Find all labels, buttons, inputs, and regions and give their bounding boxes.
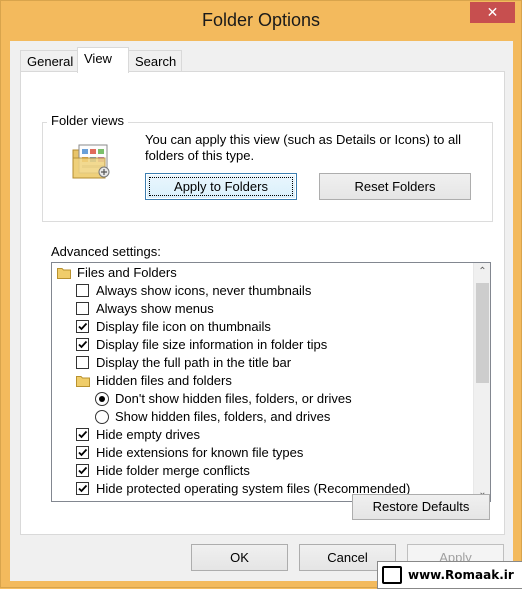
folder-views-description: You can apply this view (such as Details… <box>145 132 462 163</box>
reset-folders-button[interactable]: Reset Folders <box>319 173 471 200</box>
radio-unselected[interactable] <box>95 410 109 424</box>
advanced-settings-label: Advanced settings: <box>51 244 161 259</box>
tree-item-label: Don't show hidden files, folders, or dri… <box>115 391 352 406</box>
tab-search[interactable]: Search <box>128 50 182 71</box>
tree-item-label: Show hidden files, folders, and drives <box>115 409 331 424</box>
apply-to-folders-label: Apply to Folders <box>146 174 296 199</box>
tab-view-label: View <box>84 51 112 66</box>
scroll-up-icon[interactable]: ⌃ <box>474 263 490 280</box>
tab-view[interactable]: View <box>77 47 129 73</box>
checkbox-checked[interactable] <box>76 446 89 459</box>
folder-icon <box>76 374 90 387</box>
checkbox-unchecked[interactable] <box>76 284 89 297</box>
monitor-icon <box>382 566 402 584</box>
tab-general-label: General <box>27 54 74 69</box>
tree-item-label: Display file size information in folder … <box>96 337 328 352</box>
title-bar[interactable]: Folder Options ✕ <box>1 1 521 39</box>
view-tab-panel: Folder views You can apply this view (su… <box>20 71 505 535</box>
folder-views-icon <box>71 142 113 182</box>
close-icon: ✕ <box>486 4 499 20</box>
radio-dot <box>99 396 105 402</box>
radio-selected[interactable] <box>95 392 109 406</box>
checkbox-unchecked[interactable] <box>76 302 89 315</box>
tree-item-label: Always show menus <box>96 301 214 316</box>
apply-to-folders-button[interactable]: Apply to Folders <box>145 173 297 200</box>
tree-item-label: Hidden files and folders <box>96 373 232 388</box>
tab-general[interactable]: General <box>20 50 78 71</box>
watermark-badge: www.Romaak.ir <box>377 561 522 589</box>
dialog-client: General View Search Folder views You can… <box>10 41 513 581</box>
restore-defaults-button[interactable]: Restore Defaults <box>352 494 490 520</box>
tab-search-label: Search <box>135 54 177 69</box>
restore-defaults-label: Restore Defaults <box>372 499 470 514</box>
tree-scrollbar[interactable]: ⌃ ⌄ <box>473 263 490 501</box>
checkbox-checked[interactable] <box>76 320 89 333</box>
reset-folders-label: Reset Folders <box>354 179 436 194</box>
checkbox-checked[interactable] <box>76 482 89 495</box>
ok-button[interactable]: OK <box>191 544 288 571</box>
tree-item-label: Display file icon on thumbnails <box>96 319 271 334</box>
checkbox-checked[interactable] <box>76 338 89 351</box>
cancel-label: Cancel <box>327 550 368 565</box>
checkbox-checked[interactable] <box>76 464 89 477</box>
advanced-settings-tree[interactable]: Files and Folders Always show icons, neve… <box>51 262 491 502</box>
ok-label: OK <box>230 550 249 565</box>
checkbox-unchecked[interactable] <box>76 356 89 369</box>
checkbox-checked[interactable] <box>76 428 89 441</box>
tree-item-label: Hide extensions for known file types <box>96 445 304 460</box>
folder-options-window: Folder Options ✕ General View Search Fol… <box>0 0 522 589</box>
tree-item-label: Hide folder merge conflicts <box>96 463 250 478</box>
tree-item-label: Files and Folders <box>77 265 177 280</box>
tree-item-label: Always show icons, never thumbnails <box>96 283 312 298</box>
folder-views-legend: Folder views <box>47 113 128 128</box>
tree-item-label: Display the full path in the title bar <box>96 355 292 370</box>
tree-item-label: Hide empty drives <box>96 427 201 442</box>
watermark-text: www.Romaak.ir <box>408 568 514 582</box>
close-button[interactable]: ✕ <box>470 2 515 23</box>
window-title: Folder Options <box>201 10 321 30</box>
folder-icon <box>57 266 71 279</box>
scroll-thumb[interactable] <box>476 283 489 383</box>
